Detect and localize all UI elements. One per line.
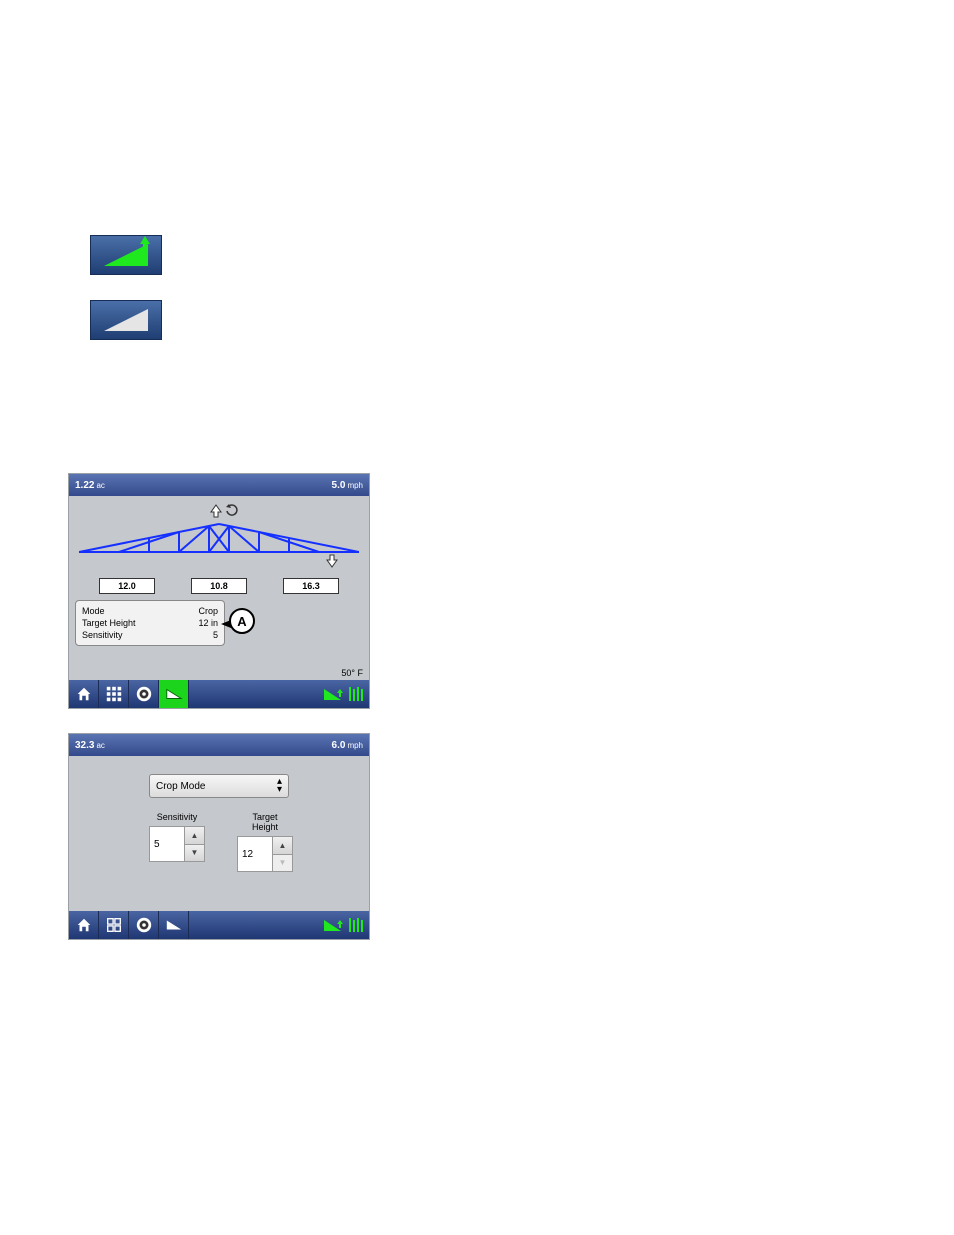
speed-value: 5.0 xyxy=(332,480,346,491)
speed-unit: mph xyxy=(347,741,363,750)
boom-tab-button[interactable] xyxy=(159,911,189,939)
settings-summary-panel[interactable]: Mode Crop Target Height 12 in Sensitivity 5 xyxy=(75,600,225,646)
temperature-readout: 50° F xyxy=(341,668,363,678)
nav-bar xyxy=(69,911,369,939)
boom-raise-icon[interactable] xyxy=(323,685,345,703)
right-down-indicator xyxy=(325,554,339,571)
sensitivity-down-button[interactable]: ▼ xyxy=(184,845,204,862)
sensitivity-control: Sensitivity 5 ▲ ▼ xyxy=(149,812,205,862)
target-height-label: Target Height xyxy=(82,617,136,629)
target-height-down-button[interactable]: ▼ xyxy=(272,855,292,872)
nav-bar xyxy=(69,680,369,708)
area-value: 1.22 xyxy=(75,480,94,491)
target-icon xyxy=(135,685,153,703)
area-unit: ac xyxy=(96,741,104,750)
truss-icon xyxy=(79,514,359,564)
grid-button[interactable] xyxy=(99,911,129,939)
grid-4-icon xyxy=(105,916,123,934)
boom-raise-inactive-button[interactable] xyxy=(90,300,162,340)
right-height-readout: 16.3 xyxy=(283,578,339,594)
updown-icon: ▴▾ xyxy=(277,778,282,794)
home-button[interactable] xyxy=(69,911,99,939)
home-button[interactable] xyxy=(69,680,99,708)
wedge-icon xyxy=(165,685,183,703)
sensitivity-label: Sensitivity xyxy=(82,629,123,641)
wedge-white-icon xyxy=(104,309,148,331)
boom-raise-active-button[interactable] xyxy=(90,235,162,275)
left-height-readout: 12.0 xyxy=(99,578,155,594)
boom-diagram: 12.0 10.8 16.3 xyxy=(69,496,369,616)
crop-icon[interactable] xyxy=(347,916,365,934)
boom-raise-icon[interactable] xyxy=(323,916,345,934)
boom-tab-button[interactable] xyxy=(159,680,189,708)
area-unit: ac xyxy=(96,481,104,490)
target-height-label: Target Height xyxy=(237,812,293,832)
center-up-indicator xyxy=(209,504,239,518)
target-icon xyxy=(135,916,153,934)
speed-unit: mph xyxy=(347,481,363,490)
callout-a: A xyxy=(229,608,255,634)
sensitivity-value: 5 xyxy=(150,827,184,861)
grid-9-icon xyxy=(105,685,123,703)
sensitivity-label: Sensitivity xyxy=(149,812,205,822)
wedge-icon xyxy=(165,916,183,934)
speed-value: 6.0 xyxy=(332,740,346,751)
sensitivity-value: 5 xyxy=(213,629,218,641)
boom-settings-screen: 32.3ac 6.0mph Crop Mode ▴▾ Sensitivity 5… xyxy=(68,733,370,940)
mode-dropdown-value: Crop Mode xyxy=(156,781,205,792)
home-icon xyxy=(75,916,93,934)
target-height-control: Target Height 12 ▲ ▼ xyxy=(237,812,293,872)
target-height-up-button[interactable]: ▲ xyxy=(272,837,292,855)
sensitivity-stepper: 5 ▲ ▼ xyxy=(149,826,205,862)
grid-button[interactable] xyxy=(99,680,129,708)
area-value: 32.3 xyxy=(75,740,94,751)
target-button[interactable] xyxy=(129,911,159,939)
mode-value: Crop xyxy=(198,605,218,617)
center-height-readout: 10.8 xyxy=(191,578,247,594)
target-height-value: 12 in xyxy=(198,617,218,629)
status-bar: 1.22ac 5.0mph xyxy=(69,474,369,496)
mode-dropdown[interactable]: Crop Mode ▴▾ xyxy=(149,774,289,798)
target-height-stepper: 12 ▲ ▼ xyxy=(237,836,293,872)
target-button[interactable] xyxy=(129,680,159,708)
sensitivity-up-button[interactable]: ▲ xyxy=(184,827,204,845)
target-height-value: 12 xyxy=(238,837,272,871)
home-icon xyxy=(75,685,93,703)
boom-height-screen: 1.22ac 5.0mph xyxy=(68,473,370,709)
crop-icon[interactable] xyxy=(347,685,365,703)
wedge-up-green-icon xyxy=(104,244,148,266)
mode-label: Mode xyxy=(82,605,105,617)
status-bar: 32.3ac 6.0mph xyxy=(69,734,369,756)
